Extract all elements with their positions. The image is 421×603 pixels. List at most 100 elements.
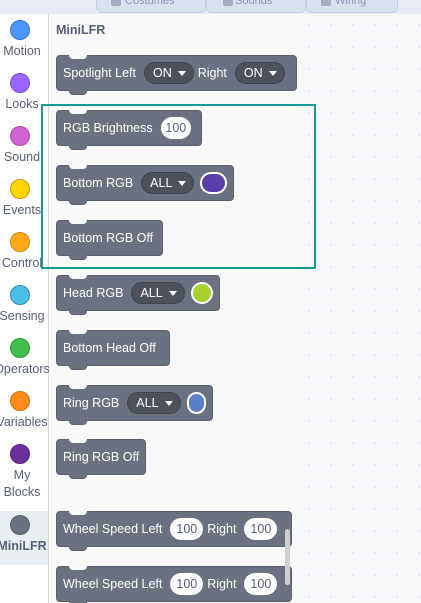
bottom-rgb-target-dropdown[interactable]: ALL (141, 172, 195, 194)
tab-costumes-label: Costumes (125, 0, 175, 7)
head-rgb-color-swatch[interactable] (190, 282, 213, 304)
block-label: Ring RGB Off (63, 450, 140, 464)
category-label: Control (1, 256, 43, 270)
block-bump (69, 546, 87, 551)
block-label: Head RGB (63, 286, 124, 300)
category-label: Looks (5, 97, 39, 111)
category-minilfr[interactable]: MiniLFR (0, 511, 48, 565)
block-notch (69, 165, 87, 169)
block-bump (69, 90, 87, 95)
tab-sounds[interactable]: Sounds (206, 0, 306, 13)
category-looks[interactable]: Looks (0, 73, 48, 123)
category-label: Sound (3, 150, 41, 164)
variables-category-icon (10, 391, 30, 411)
block-bump (69, 420, 87, 425)
editor-tab-strip: Costumes Sounds Wiring (0, 0, 421, 15)
category-label: Events (2, 203, 42, 217)
brightness-input[interactable]: 100 (160, 117, 191, 139)
ring-rgb-off-block[interactable]: Ring RGB Off (56, 439, 146, 479)
category-sound[interactable]: Sound (0, 126, 48, 176)
tab-sounds-label: Sounds (235, 0, 273, 7)
block-notch (69, 220, 87, 224)
block-label: Wheel Speed Left (63, 522, 163, 536)
block-bump (69, 255, 87, 260)
wiring-icon (321, 0, 331, 6)
chevron-down-icon (178, 180, 187, 186)
dropdown-value: ON (152, 66, 172, 80)
tab-costumes[interactable]: Costumes (96, 0, 206, 13)
script-workspace[interactable] (298, 14, 421, 603)
category-control[interactable]: Control (0, 232, 48, 282)
block-label: Bottom RGB (63, 176, 134, 190)
speaker-icon (223, 0, 233, 6)
category-sensing[interactable]: Sensing (0, 285, 48, 335)
flyout-scrollbar[interactable] (285, 529, 290, 585)
spotlight-left-dropdown[interactable]: ON (143, 62, 194, 84)
category-motion[interactable]: Motion (0, 20, 48, 70)
events-category-icon (10, 179, 30, 199)
block-label: Wheel Speed Left (63, 577, 163, 591)
block-notch (69, 439, 87, 443)
block-notch (69, 275, 87, 279)
motion-category-icon (10, 20, 30, 40)
category-label: Motion (3, 44, 41, 58)
category-operators[interactable]: Operators (0, 338, 50, 388)
ring-rgb-block[interactable]: Ring RGB ALL (56, 385, 213, 425)
head-rgb-target-dropdown[interactable]: ALL (131, 282, 185, 304)
ring-rgb-color-swatch[interactable] (186, 392, 206, 414)
bottom-rgb-block[interactable]: Bottom RGB ALL (56, 165, 234, 205)
wheel-right-speed-input[interactable]: 100 (244, 518, 278, 540)
block-bump (69, 200, 87, 205)
looks-category-icon (10, 73, 30, 93)
flyout-category-title: MiniLFR (56, 23, 106, 37)
head-rgb-block[interactable]: Head RGB ALL (56, 275, 220, 315)
block-label: Bottom RGB Off (63, 231, 154, 245)
category-label: Sensing (0, 309, 45, 323)
block-label: Ring RGB (63, 396, 120, 410)
block-notch (69, 566, 87, 570)
block-label: Right (197, 66, 227, 80)
spotlight-right-dropdown[interactable]: ON (234, 62, 285, 84)
sound-category-icon (10, 126, 30, 146)
chevron-down-icon (268, 70, 277, 76)
block-notch (69, 511, 87, 515)
ring-rgb-target-dropdown[interactable]: ALL (127, 392, 181, 414)
block-bump (69, 145, 87, 150)
dropdown-value: ALL (140, 286, 163, 300)
chevron-down-icon (164, 400, 173, 406)
sensing-category-icon (10, 285, 30, 305)
wheel-right-speed-input[interactable]: 100 (244, 573, 278, 595)
wheel-left-speed-input[interactable]: 100 (170, 518, 204, 540)
bottom-rgb-off-block[interactable]: Bottom RGB Off (56, 220, 163, 260)
block-flyout[interactable]: MiniLFR Spotlight Left ON Right ON RGB B… (49, 14, 298, 603)
chevron-down-icon (177, 70, 186, 76)
tab-wiring[interactable]: Wiring (306, 0, 398, 13)
spotlight-block[interactable]: Spotlight Left ON Right ON (56, 55, 297, 95)
rgb-brightness-block[interactable]: RGB Brightness 100 (56, 110, 202, 150)
control-category-icon (10, 232, 30, 252)
chevron-down-icon (168, 290, 177, 296)
block-bump (69, 474, 87, 479)
wheel-left-speed-input[interactable]: 100 (170, 573, 204, 595)
dropdown-value: ALL (136, 396, 159, 410)
category-label: My Blocks (3, 468, 41, 499)
block-notch (69, 330, 87, 334)
category-label: Variables (0, 415, 48, 429)
tab-wiring-label: Wiring (335, 0, 367, 7)
block-label: Bottom Head Off (63, 341, 156, 355)
category-variables[interactable]: Variables (0, 391, 48, 441)
category-my-blocks[interactable]: My Blocks (0, 444, 48, 508)
wheel-speed-block[interactable]: Wheel Speed Left 100 Right 100 (56, 511, 292, 551)
bottom-head-off-block[interactable]: Bottom Head Off (56, 330, 170, 370)
block-bump (69, 310, 87, 315)
wheel-speed-block[interactable]: Wheel Speed Left 100 Right 100 (56, 566, 292, 603)
category-label: MiniLFR (0, 539, 47, 553)
operators-category-icon (10, 338, 30, 358)
block-label: Right (207, 522, 237, 536)
block-bump (69, 365, 87, 370)
bottom-rgb-color-swatch[interactable] (200, 172, 227, 194)
block-notch (69, 55, 87, 59)
category-events[interactable]: Events (0, 179, 48, 229)
category-menu: Motion Looks Sound Events Control Sensin… (0, 14, 50, 603)
minilfr-category-icon (10, 515, 30, 535)
